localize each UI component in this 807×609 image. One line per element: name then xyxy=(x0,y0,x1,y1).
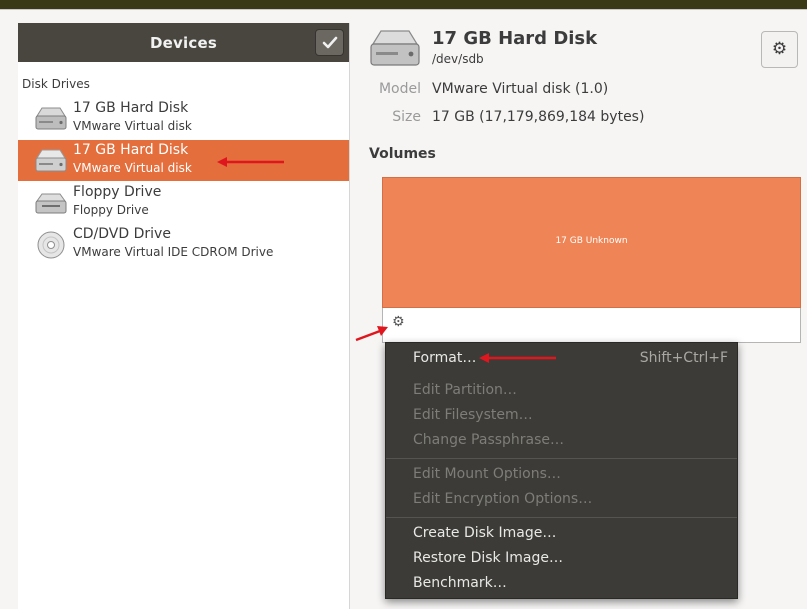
menu-item-label: Format… xyxy=(413,350,477,366)
menu-item-shortcut: Shift+Ctrl+F xyxy=(639,350,728,366)
menu-item-label: Edit Filesystem… xyxy=(413,407,533,423)
device-subtitle: VMware Virtual disk xyxy=(73,161,192,175)
device-subtitle: VMware Virtual disk xyxy=(73,119,192,133)
partition-options-gear-icon[interactable]: ⚙ xyxy=(392,314,405,330)
device-name: 17 GB Hard Disk xyxy=(73,100,189,116)
device-row-floppy-drive[interactable]: Floppy Drive Floppy Drive xyxy=(18,182,349,223)
disks-window: Devices Disk Drives 17 GB Hard Disk VMwa… xyxy=(0,9,807,609)
menu-item-label: Edit Encryption Options… xyxy=(413,491,593,507)
device-subtitle: VMware Virtual IDE CDROM Drive xyxy=(73,245,274,259)
gear-icon: ⚙ xyxy=(771,39,788,59)
volumes-heading: Volumes xyxy=(369,146,436,162)
checkmark-icon xyxy=(322,36,338,49)
menu-item-edit-mount-options: Edit Mount Options… xyxy=(386,463,737,485)
menu-item-label: Edit Mount Options… xyxy=(413,466,561,482)
hard-disk-icon xyxy=(370,30,420,66)
device-row-hard-disk-1[interactable]: 17 GB Hard Disk VMware Virtual disk xyxy=(18,98,349,139)
menu-separator xyxy=(386,517,737,518)
menu-item-edit-filesystem: Edit Filesystem… xyxy=(386,404,737,426)
menu-item-label: Change Passphrase… xyxy=(413,432,565,448)
menu-item-label: Edit Partition… xyxy=(413,382,517,398)
volume-partition-block[interactable]: 17 GB Unknown xyxy=(382,177,801,308)
annotation-arrow-icon xyxy=(355,326,388,342)
menu-separator xyxy=(386,458,737,459)
menu-item-change-passphrase: Change Passphrase… xyxy=(386,429,737,451)
menu-item-benchmark[interactable]: Benchmark… xyxy=(386,572,737,594)
device-row-cd-dvd-drive[interactable]: CD/DVD Drive VMware Virtual IDE CDROM Dr… xyxy=(18,224,349,265)
volume-label: 17 GB Unknown xyxy=(555,236,628,246)
model-value: VMware Virtual disk (1.0) xyxy=(432,81,609,97)
hard-disk-icon xyxy=(35,107,67,130)
menu-item-edit-partition: Edit Partition… xyxy=(386,379,737,401)
menu-item-format[interactable]: Format… Shift+Ctrl+F xyxy=(386,347,737,369)
model-label: Model xyxy=(378,81,421,97)
partition-context-menu: Format… Shift+Ctrl+F Edit Partition… Edi… xyxy=(385,342,738,599)
drive-options-button[interactable]: ⚙ xyxy=(761,31,798,68)
device-row-hard-disk-2[interactable]: 17 GB Hard Disk VMware Virtual disk xyxy=(18,140,349,181)
devices-sidebar: Devices Disk Drives 17 GB Hard Disk VMwa… xyxy=(18,23,350,609)
disk-title: 17 GB Hard Disk xyxy=(432,28,598,49)
menu-item-label: Restore Disk Image… xyxy=(413,550,563,566)
menu-item-label: Benchmark… xyxy=(413,575,507,591)
select-mode-button[interactable] xyxy=(315,29,344,56)
sidebar-title: Devices xyxy=(150,34,217,52)
disk-device-path: /dev/sdb xyxy=(432,52,484,66)
device-name: CD/DVD Drive xyxy=(73,226,171,242)
annotation-arrow-icon xyxy=(479,353,556,363)
device-subtitle: Floppy Drive xyxy=(73,203,149,217)
disk-drives-section-label: Disk Drives xyxy=(22,77,90,91)
device-name: Floppy Drive xyxy=(73,184,162,200)
hard-disk-icon xyxy=(35,149,67,172)
sidebar-header: Devices xyxy=(18,23,349,62)
menu-item-edit-encryption-options: Edit Encryption Options… xyxy=(386,488,737,510)
floppy-drive-icon xyxy=(35,193,67,214)
size-value: 17 GB (17,179,869,184 bytes) xyxy=(432,109,645,125)
menu-item-label: Create Disk Image… xyxy=(413,525,557,541)
volume-toolbar: ⚙ xyxy=(382,308,801,343)
annotation-arrow-icon xyxy=(217,157,284,167)
optical-disc-icon xyxy=(37,231,65,259)
size-label: Size xyxy=(392,109,421,125)
menu-item-restore-disk-image[interactable]: Restore Disk Image… xyxy=(386,547,737,569)
menu-item-create-disk-image[interactable]: Create Disk Image… xyxy=(386,522,737,544)
device-name: 17 GB Hard Disk xyxy=(73,142,189,158)
